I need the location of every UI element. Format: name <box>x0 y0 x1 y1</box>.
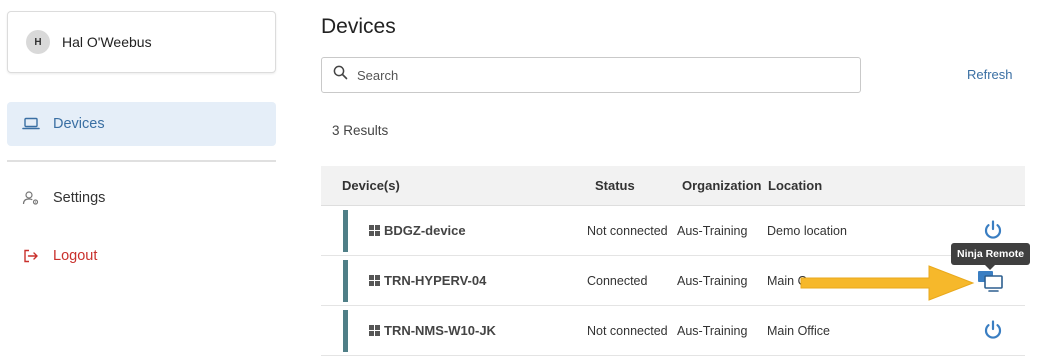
column-header-device[interactable]: Device(s) <box>342 178 400 193</box>
user-settings-icon <box>21 188 41 208</box>
sidebar-item-label: Logout <box>53 248 98 264</box>
avatar: H <box>26 30 50 54</box>
table-row[interactable]: BDGZ-device Not connected Aus-Training D… <box>321 206 1025 256</box>
device-status: Connected <box>587 274 648 288</box>
column-header-organization[interactable]: Organization <box>682 178 761 193</box>
windows-icon <box>369 225 380 236</box>
user-name: Hal O'Weebus <box>62 34 152 50</box>
devices-table: Device(s) Status Organization Location B… <box>321 166 1025 356</box>
ninja-remote-tooltip: Ninja Remote <box>951 243 1031 265</box>
search-icon <box>333 65 348 85</box>
sidebar-item-logout[interactable]: Logout <box>7 234 276 278</box>
windows-icon <box>369 325 380 336</box>
sidebar-item-devices[interactable]: Devices <box>7 102 276 146</box>
windows-icon <box>369 275 380 286</box>
column-header-location[interactable]: Location <box>768 178 822 193</box>
device-organization: Aus-Training <box>677 324 748 338</box>
row-status-bar <box>343 260 348 302</box>
user-card[interactable]: H Hal O'Weebus <box>7 11 276 73</box>
results-count: 3 Results <box>332 123 389 138</box>
table-row[interactable]: TRN-NMS-W10-JK Not connected Aus-Trainin… <box>321 306 1025 356</box>
power-icon[interactable] <box>982 319 1004 344</box>
row-status-bar <box>343 310 348 352</box>
device-name[interactable]: TRN-HYPERV-04 <box>384 273 486 288</box>
table-header: Device(s) Status Organization Location <box>321 166 1025 206</box>
logout-icon <box>21 246 41 266</box>
sidebar-item-label: Settings <box>53 190 106 206</box>
device-location: Main Office <box>767 324 830 338</box>
device-name[interactable]: TRN-NMS-W10-JK <box>384 323 496 338</box>
annotation-arrow <box>800 265 975 301</box>
device-status: Not connected <box>587 224 668 238</box>
column-header-status[interactable]: Status <box>595 178 635 193</box>
device-location: Demo location <box>767 224 847 238</box>
device-name[interactable]: BDGZ-device <box>384 223 466 238</box>
ninja-remote-icon[interactable] <box>977 270 1005 297</box>
sidebar-item-settings[interactable]: Settings <box>7 176 276 220</box>
sidebar-divider <box>7 160 276 162</box>
refresh-button[interactable]: Refresh <box>967 67 1013 82</box>
device-organization: Aus-Training <box>677 224 748 238</box>
laptop-icon <box>21 114 41 134</box>
power-icon[interactable] <box>982 219 1004 244</box>
row-status-bar <box>343 210 348 252</box>
search-box[interactable] <box>321 57 861 93</box>
sidebar-item-label: Devices <box>53 116 105 132</box>
page-title: Devices <box>321 15 396 38</box>
device-status: Not connected <box>587 324 668 338</box>
device-organization: Aus-Training <box>677 274 748 288</box>
search-input[interactable] <box>357 67 837 83</box>
